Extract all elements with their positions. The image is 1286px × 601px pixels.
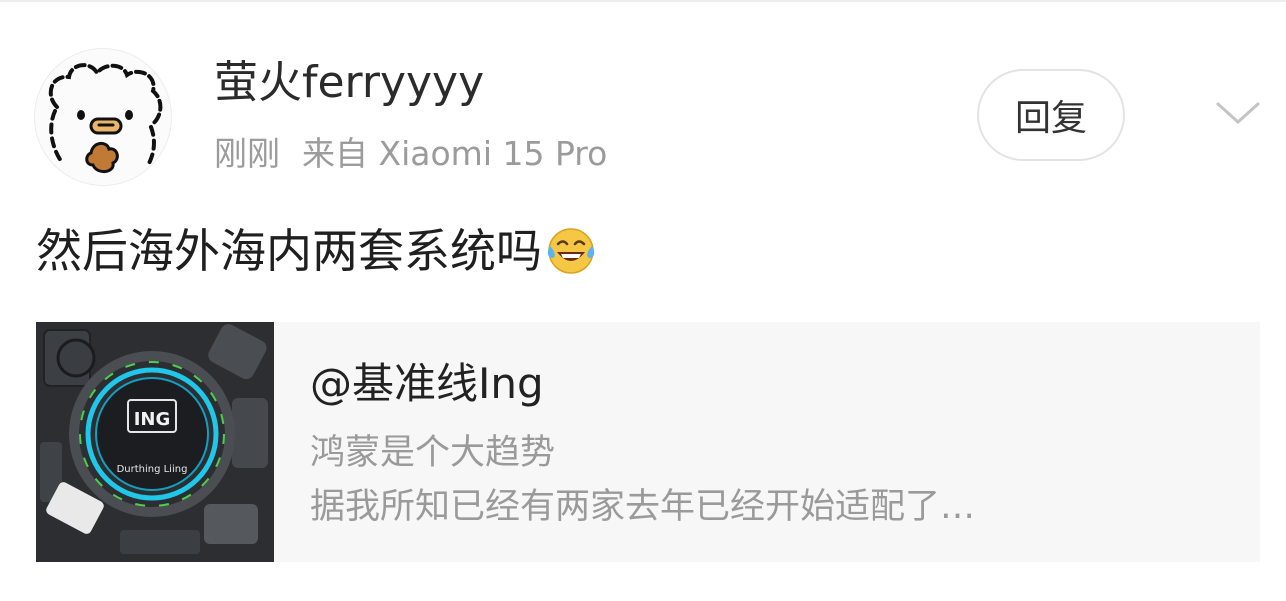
quoted-text-line-1: 鸿蒙是个大趋势 bbox=[310, 433, 556, 473]
reply-button[interactable]: 回复 bbox=[977, 69, 1125, 161]
avatar[interactable] bbox=[34, 48, 172, 186]
timestamp: 刚刚 bbox=[214, 134, 280, 173]
quoted-author[interactable]: @基准线Ing bbox=[310, 356, 544, 412]
bear-avatar-icon bbox=[48, 63, 163, 173]
thumbnail-ing-text: ING bbox=[134, 409, 171, 430]
comment-text: 然后海外海内两套系统吗 bbox=[36, 218, 598, 284]
chevron-down-icon[interactable] bbox=[1214, 98, 1262, 128]
quoted-text-line-2: 据我所知已经有两家去年已经开始适配了… bbox=[310, 487, 976, 527]
top-divider bbox=[0, 0, 1286, 2]
thumbnail-caption-text: Durthing Liing bbox=[117, 464, 188, 475]
comment-body: 然后海外海内两套系统吗 bbox=[36, 224, 542, 278]
quoted-post-card[interactable]: ING Durthing Liing @基准线Ing 鸿蒙是个大趋势 据我所知已… bbox=[36, 322, 1260, 562]
username[interactable]: 萤火ferryyyy bbox=[214, 54, 484, 112]
quoted-post-thumbnail[interactable]: ING Durthing Liing bbox=[36, 322, 274, 562]
device-source: 来自 Xiaomi 15 Pro bbox=[302, 134, 608, 173]
laughing-tears-emoji-icon bbox=[547, 228, 595, 274]
comment-meta: 刚刚 来自 Xiaomi 15 Pro bbox=[214, 132, 607, 176]
